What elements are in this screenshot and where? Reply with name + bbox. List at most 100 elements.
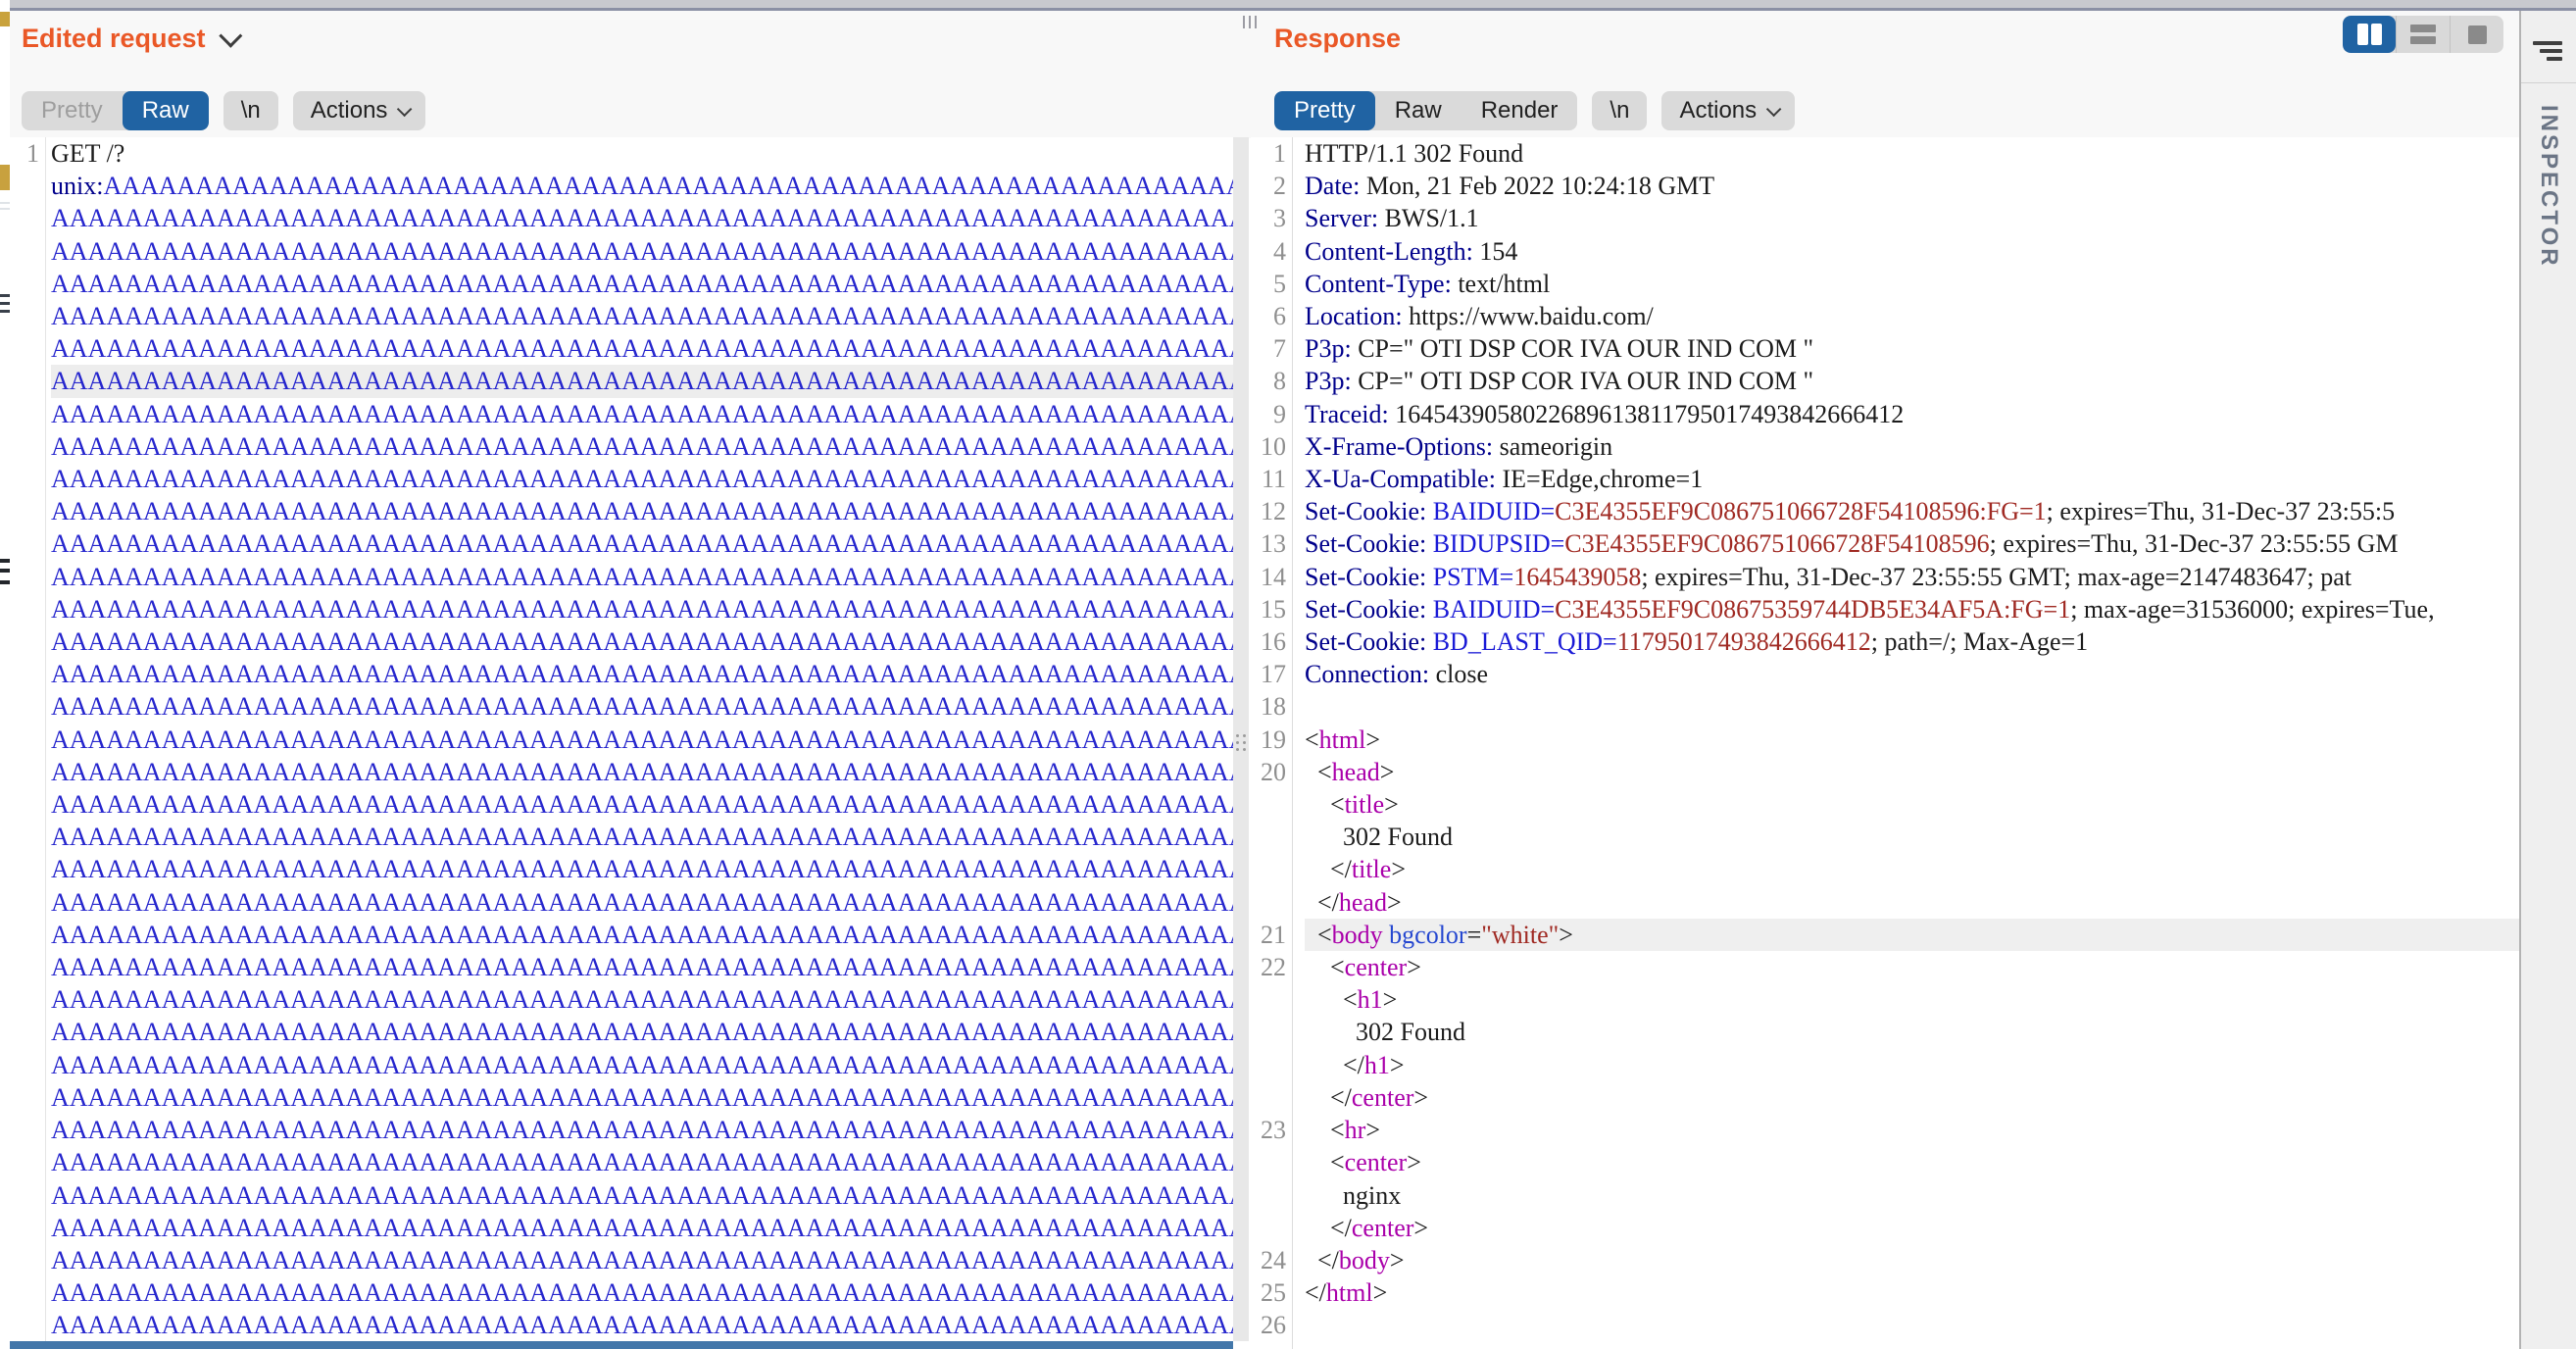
response-line: <html>: [1305, 724, 2519, 756]
response-actions-label: Actions: [1679, 97, 1757, 125]
tab-response-raw[interactable]: Raw: [1375, 91, 1461, 130]
request-line-number: [10, 853, 45, 885]
response-line-number: [1251, 1146, 1292, 1178]
request-line: AAAAAAAAAAAAAAAAAAAAAAAAAAAAAAAAAAAAAAAA…: [51, 690, 1233, 723]
response-line-number: 11: [1251, 463, 1292, 495]
request-line-number: [10, 951, 45, 983]
sliver-mark: [0, 165, 10, 190]
response-line: </html>: [1305, 1276, 2519, 1309]
tab-response-render[interactable]: Render: [1461, 91, 1578, 130]
tab-response-newline[interactable]: \n: [1592, 91, 1647, 130]
response-line: </head>: [1305, 886, 2519, 919]
request-line-number: [10, 625, 45, 658]
response-code-area: HTTP/1.1 302 FoundDate: Mon, 21 Feb 2022…: [1292, 137, 2519, 1349]
response-line-number: 25: [1251, 1276, 1292, 1309]
inspector-separator: [2521, 82, 2576, 83]
chevron-down-icon: [397, 101, 413, 117]
request-line-number: [10, 1212, 45, 1244]
request-line-number: [10, 561, 45, 593]
splitter-center-grip[interactable]: [1235, 734, 1247, 754]
layout-view-buttons: [2343, 16, 2503, 53]
request-line-number: [10, 463, 45, 495]
sliver-mark: [0, 580, 10, 584]
request-line: AAAAAAAAAAAAAAAAAAAAAAAAAAAAAAAAAAAAAAAA…: [51, 430, 1233, 463]
request-horizontal-scrollbar[interactable]: [10, 1341, 1233, 1349]
request-line-number: [10, 365, 45, 397]
request-line-number: [10, 268, 45, 300]
request-line: AAAAAAAAAAAAAAAAAAAAAAAAAAAAAAAAAAAAAAAA…: [51, 821, 1233, 853]
sliver-mark: [0, 294, 10, 297]
response-line-number: 8: [1251, 365, 1292, 397]
response-line-number: [1251, 1049, 1292, 1081]
splitter-top-grip[interactable]: [1243, 16, 1263, 29]
response-line: nginx: [1305, 1179, 2519, 1212]
request-line-number: [10, 300, 45, 332]
response-line-number: 20: [1251, 756, 1292, 788]
response-line: P3p: CP=" OTI DSP COR IVA OUR IND COM ": [1305, 332, 2519, 365]
request-line-number: [10, 202, 45, 234]
request-line: AAAAAAAAAAAAAAAAAAAAAAAAAAAAAAAAAAAAAAAA…: [51, 886, 1233, 919]
response-line: Server: BWS/1.1: [1305, 202, 2519, 234]
request-line: AAAAAAAAAAAAAAAAAAAAAAAAAAAAAAAAAAAAAAAA…: [51, 919, 1233, 951]
request-line-number: [10, 788, 45, 821]
response-line: <center>: [1305, 951, 2519, 983]
sliver-mark: [0, 302, 10, 305]
request-line: AAAAAAAAAAAAAAAAAAAAAAAAAAAAAAAAAAAAAAAA…: [51, 1276, 1233, 1309]
response-editor[interactable]: 1234567891011121314151617181920 2122 23 …: [1251, 137, 2519, 1349]
single-pane-icon: [2468, 25, 2487, 44]
response-line: [1305, 690, 2519, 723]
response-line-number: 12: [1251, 495, 1292, 527]
request-line: AAAAAAAAAAAAAAAAAAAAAAAAAAAAAAAAAAAAAAAA…: [51, 1244, 1233, 1276]
response-line: Set-Cookie: BIDUPSID=C3E4355EF9C08675106…: [1305, 527, 2519, 560]
inspector-label[interactable]: INSPECTOR: [2535, 105, 2562, 269]
request-line-number: [10, 1114, 45, 1146]
background-window-sliver: [0, 0, 10, 1349]
hamburger-menu-icon[interactable]: [2533, 41, 2562, 63]
request-actions-button[interactable]: Actions: [293, 91, 426, 130]
request-line-number: [10, 235, 45, 268]
column-icon: [2357, 24, 2368, 45]
response-line-number: 10: [1251, 430, 1292, 463]
sliver-mark: [0, 208, 10, 210]
tab-response-pretty[interactable]: Pretty: [1274, 91, 1375, 130]
response-line-number: [1251, 853, 1292, 885]
response-actions-button[interactable]: Actions: [1661, 91, 1795, 130]
response-line: HTTP/1.1 302 Found: [1305, 137, 2519, 170]
response-line-number: 23: [1251, 1114, 1292, 1146]
single-pane-view-button[interactable]: [2450, 16, 2503, 53]
request-view-tabs: Pretty Raw \n Actions: [22, 91, 425, 130]
request-line: AAAAAAAAAAAAAAAAAAAAAAAAAAAAAAAAAAAAAAAA…: [51, 365, 1233, 397]
edited-request-title[interactable]: Edited request: [22, 24, 236, 54]
tab-request-pretty[interactable]: Pretty: [22, 91, 123, 130]
response-view-tabs: Pretty Raw Render \n Actions: [1274, 91, 1795, 130]
response-line-number: [1251, 1179, 1292, 1212]
repeater-screen: Edited request Pretty Raw \n Actions 1 G…: [0, 0, 2576, 1349]
two-rows-view-button[interactable]: [2396, 16, 2450, 53]
tab-request-newline[interactable]: \n: [223, 91, 278, 130]
request-line: AAAAAAAAAAAAAAAAAAAAAAAAAAAAAAAAAAAAAAAA…: [51, 398, 1233, 430]
response-line: </title>: [1305, 853, 2519, 885]
rows-icon: [2410, 25, 2436, 44]
tab-request-raw[interactable]: Raw: [123, 91, 209, 130]
request-line: AAAAAAAAAAAAAAAAAAAAAAAAAAAAAAAAAAAAAAAA…: [51, 1146, 1233, 1178]
two-columns-view-button[interactable]: [2343, 16, 2396, 53]
response-line-number: [1251, 886, 1292, 919]
response-line: Date: Mon, 21 Feb 2022 10:24:18 GMT: [1305, 170, 2519, 202]
response-line: Connection: close: [1305, 658, 2519, 690]
request-line: AAAAAAAAAAAAAAAAAAAAAAAAAAAAAAAAAAAAAAAA…: [51, 202, 1233, 234]
request-line-number: [10, 1081, 45, 1114]
response-line: <h1>: [1305, 983, 2519, 1016]
response-line: </body>: [1305, 1244, 2519, 1276]
response-line-number: 26: [1251, 1309, 1292, 1341]
sliver-mark: [0, 569, 10, 573]
request-line: AAAAAAAAAAAAAAAAAAAAAAAAAAAAAAAAAAAAAAAA…: [51, 1212, 1233, 1244]
response-line-number: [1251, 983, 1292, 1016]
request-editor[interactable]: 1 GET /?unix:AAAAAAAAAAAAAAAAAAAAAAAAAAA…: [10, 137, 1233, 1341]
response-line-number: 9: [1251, 398, 1292, 430]
request-line-number: [10, 495, 45, 527]
response-line-number: 3: [1251, 202, 1292, 234]
sliver-mark: [0, 12, 10, 26]
request-line-number: [10, 593, 45, 625]
request-line-number: [10, 1244, 45, 1276]
request-actions-label: Actions: [311, 97, 388, 125]
